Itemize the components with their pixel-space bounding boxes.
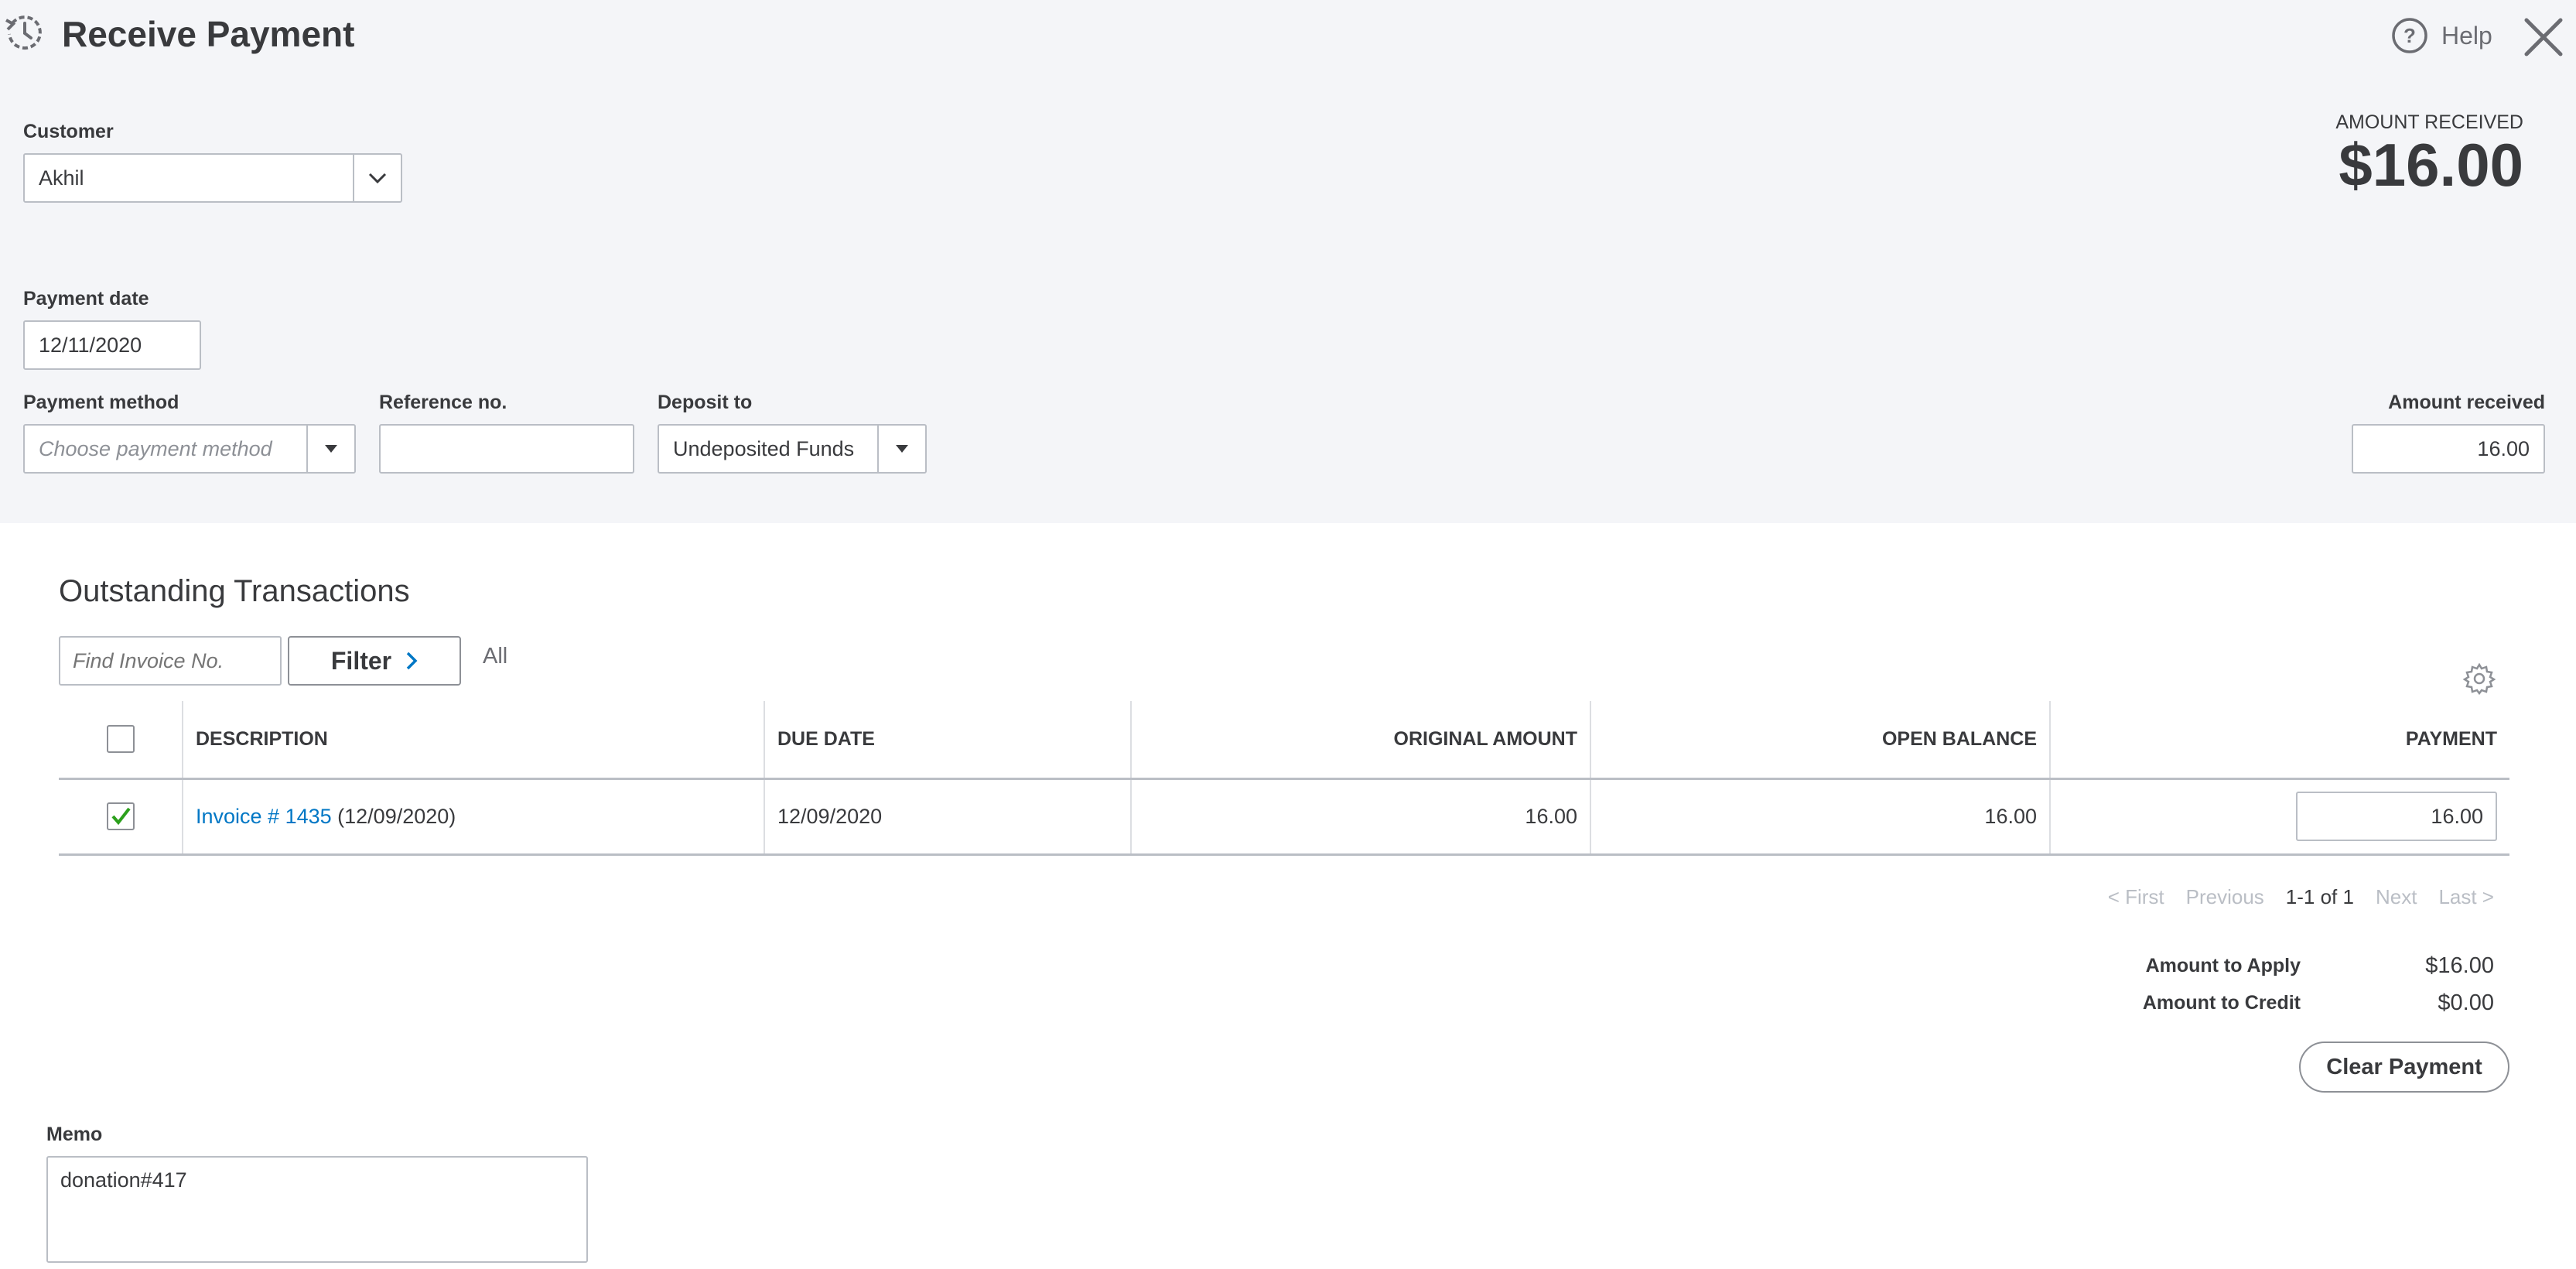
column-header-open-balance[interactable]: OPEN BALANCE	[1590, 701, 2050, 780]
description-cell: Invoice # 1435 (12/09/2020)	[182, 778, 764, 856]
help-link[interactable]: ? Help	[2390, 14, 2492, 57]
payment-method-placeholder: Choose payment method	[39, 436, 272, 460]
deposit-to-label: Deposit to	[658, 392, 753, 413]
payment-date-value: 12/11/2020	[39, 333, 142, 357]
original-amount-cell: 16.00	[1130, 778, 1590, 856]
deposit-to-select[interactable]: Undeposited Funds	[658, 424, 927, 474]
amount-received-summary-value: $16.00	[2339, 131, 2523, 199]
page-title: Receive Payment	[62, 14, 355, 54]
amount-received-label: Amount received	[2388, 392, 2545, 413]
checkmark-icon	[111, 807, 131, 826]
svg-text:?: ?	[2403, 24, 2416, 47]
filter-label: Filter	[330, 646, 392, 675]
customer-value: Akhil	[39, 166, 84, 190]
open-balance-cell: 16.00	[1590, 778, 2050, 856]
help-icon: ?	[2392, 18, 2427, 53]
column-header-due-date[interactable]: DUE DATE	[764, 701, 1131, 780]
gear-icon[interactable]	[2463, 662, 2496, 695]
invoice-date: (12/09/2020)	[337, 804, 456, 828]
caret-down-icon	[896, 445, 908, 453]
select-all-checkbox[interactable]	[106, 725, 135, 754]
chevron-down-icon	[368, 173, 387, 184]
help-label: Help	[2441, 21, 2492, 50]
amount-received-input[interactable]: 16.00	[2352, 424, 2545, 474]
column-header-original-amount[interactable]: ORIGINAL AMOUNT	[1130, 701, 1590, 780]
outstanding-transactions-table: DESCRIPTION DUE DATE ORIGINAL AMOUNT OPE…	[59, 701, 2509, 856]
payment-method-select[interactable]: Choose payment method	[23, 424, 356, 474]
pagination-next[interactable]: Next	[2376, 885, 2417, 909]
memo-textarea[interactable]: donation#417	[46, 1156, 588, 1263]
memo-label: Memo	[46, 1124, 103, 1145]
payment-method-label: Payment method	[23, 392, 179, 413]
clear-payment-button[interactable]: Clear Payment	[2299, 1042, 2509, 1093]
row-select-cell	[59, 778, 183, 856]
select-all-cell	[59, 701, 183, 780]
due-date-cell: 12/09/2020	[764, 778, 1131, 856]
pagination-previous[interactable]: Previous	[2186, 885, 2264, 909]
column-header-payment[interactable]: PAYMENT	[2049, 701, 2509, 780]
find-invoice-input[interactable]	[59, 636, 282, 686]
filter-all-label[interactable]: All	[483, 644, 507, 669]
amount-to-apply-label: Amount to Apply	[2145, 955, 2301, 977]
table-row: Invoice # 1435 (12/09/2020) 12/09/2020 1…	[59, 778, 2509, 856]
reference-no-input[interactable]	[379, 424, 634, 474]
deposit-to-value: Undeposited Funds	[673, 436, 855, 460]
caret-down-icon	[325, 445, 337, 453]
close-icon[interactable]	[2522, 15, 2565, 59]
filter-button[interactable]: Filter	[288, 636, 461, 686]
payment-method-dropdown-button[interactable]	[306, 426, 354, 472]
amount-received-value: 16.00	[2477, 436, 2530, 460]
outstanding-transactions-title: Outstanding Transactions	[59, 574, 410, 608]
table-header-row: DESCRIPTION DUE DATE ORIGINAL AMOUNT OPE…	[59, 701, 2509, 780]
customer-dropdown-button[interactable]	[353, 155, 401, 201]
customer-label: Customer	[23, 121, 114, 142]
payment-input[interactable]: 16.00	[2296, 792, 2497, 841]
amount-to-credit-value: $0.00	[2438, 990, 2494, 1015]
row-checkbox[interactable]	[106, 802, 135, 830]
payment-date-label: Payment date	[23, 288, 149, 310]
history-icon[interactable]	[3, 11, 46, 54]
amount-to-credit-label: Amount to Credit	[2142, 992, 2301, 1014]
payment-cell: 16.00	[2049, 778, 2509, 856]
column-header-description[interactable]: DESCRIPTION	[182, 701, 764, 780]
customer-select[interactable]: Akhil	[23, 153, 402, 203]
pagination: < First Previous 1-1 of 1 Next Last >	[2108, 885, 2494, 909]
payment-date-input[interactable]: 12/11/2020	[23, 320, 201, 370]
reference-no-label: Reference no.	[379, 392, 507, 413]
pagination-first[interactable]: < First	[2108, 885, 2164, 909]
pagination-range: 1-1 of 1	[2285, 885, 2354, 908]
deposit-to-dropdown-button[interactable]	[877, 426, 925, 472]
invoice-link[interactable]: Invoice # 1435	[196, 805, 332, 828]
chevron-right-icon	[406, 652, 418, 670]
pagination-last[interactable]: Last >	[2438, 885, 2494, 909]
amount-to-apply-value: $16.00	[2425, 953, 2494, 978]
